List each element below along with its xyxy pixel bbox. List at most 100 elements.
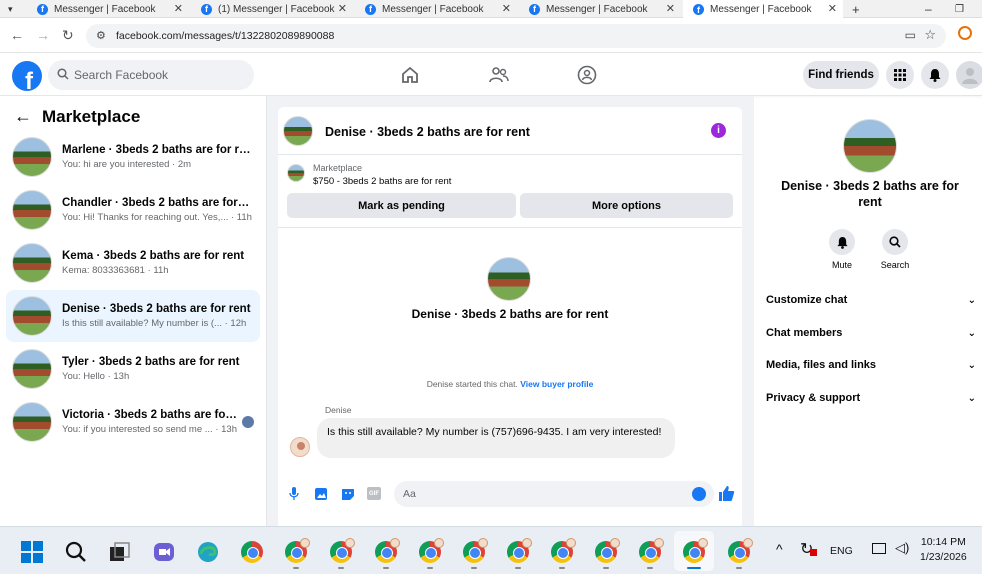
friends-icon[interactable]: [489, 66, 509, 84]
chrome-profile-icon[interactable]: [595, 538, 620, 569]
facebook-favicon-icon: f: [37, 3, 48, 15]
chrome-profile-icon[interactable]: [639, 538, 664, 569]
notifications-bell-icon[interactable]: [921, 61, 949, 89]
search-in-chat-button[interactable]: Search: [870, 229, 920, 270]
microphone-icon[interactable]: [289, 487, 299, 501]
search-input[interactable]: Search Facebook: [48, 60, 254, 90]
mute-button[interactable]: Mute: [817, 229, 867, 270]
browser-tab[interactable]: f Messenger | Facebook ✕: [27, 0, 189, 18]
conversation-item[interactable]: Victoria · 3beds 2 baths are for r... You…: [6, 396, 260, 448]
system-clock[interactable]: 10:14 PM 1/23/2026: [920, 535, 967, 565]
details-profile-image[interactable]: [843, 119, 897, 173]
language-indicator[interactable]: ENG: [830, 545, 853, 557]
thumbs-up-icon[interactable]: [718, 485, 735, 502]
chrome-profile-icon[interactable]: [728, 538, 753, 569]
chrome-profile-icon[interactable]: [551, 538, 576, 569]
chat-details-pane: Denise · 3beds 2 baths are for rent Mute…: [754, 107, 982, 526]
menu-grid-icon[interactable]: [886, 61, 914, 89]
chat-title[interactable]: Denise · 3beds 2 baths are for rent: [325, 125, 530, 139]
chat-members-section[interactable]: Chat members ⌄: [766, 321, 976, 345]
conversation-item[interactable]: Marlene · 3beds 2 baths are for rent You:…: [6, 131, 260, 183]
close-tab-icon[interactable]: ✕: [666, 2, 675, 15]
sync-icon[interactable]: ↻: [800, 539, 817, 559]
close-tab-icon[interactable]: ✕: [338, 2, 347, 15]
message-sender-name: Denise: [325, 405, 352, 415]
back-arrow-icon[interactable]: ←: [14, 106, 32, 127]
chrome-profile-icon-active[interactable]: [683, 538, 708, 569]
emoji-icon[interactable]: [692, 487, 706, 501]
browser-toolbar: ← → ↻ ⚙ facebook.com/messages/t/13228020…: [0, 19, 982, 53]
reload-icon[interactable]: ↻: [62, 27, 74, 44]
browser-tab-active[interactable]: f Messenger | Facebook ✕: [683, 0, 843, 19]
sticker-icon[interactable]: [341, 487, 355, 501]
conversation-item-selected[interactable]: Denise · 3beds 2 baths are for rent Is th…: [6, 290, 260, 342]
message-bubble[interactable]: Is this still available? My number is (7…: [317, 418, 675, 458]
monitor-icon[interactable]: [872, 543, 886, 554]
profile-badge-icon: [345, 538, 355, 548]
chrome-profile-icon[interactable]: [463, 538, 488, 569]
task-view-icon[interactable]: [109, 541, 131, 563]
volume-icon[interactable]: ◁): [895, 540, 909, 556]
photo-attach-icon[interactable]: [314, 487, 328, 501]
browser-tab[interactable]: f (1) Messenger | Facebook ✕: [191, 0, 353, 18]
chrome-profile-icon[interactable]: [375, 538, 400, 569]
chevron-up-icon[interactable]: ^: [776, 541, 783, 557]
close-tab-icon[interactable]: ✕: [828, 2, 837, 15]
windows-start-icon[interactable]: [21, 541, 43, 563]
facebook-logo[interactable]: f: [12, 61, 42, 91]
groups-icon[interactable]: [577, 65, 597, 85]
listing-thumbnail: [12, 243, 52, 283]
message-input[interactable]: Aa: [394, 481, 714, 507]
close-tab-icon[interactable]: ✕: [174, 2, 183, 15]
profile-icon[interactable]: [958, 26, 972, 40]
tab-list-button[interactable]: ▾: [0, 0, 25, 18]
restore-window-icon[interactable]: ❐: [945, 0, 967, 18]
conversation-item[interactable]: Kema · 3beds 2 baths are for rent Kema: 8…: [6, 237, 260, 289]
find-friends-button[interactable]: Find friends: [803, 61, 879, 89]
search-icon: [882, 229, 908, 255]
chrome-profile-icon[interactable]: [330, 538, 355, 569]
more-options-button[interactable]: More options: [520, 193, 733, 218]
chrome-profile-icon[interactable]: [507, 538, 532, 569]
chrome-icon[interactable]: [241, 541, 263, 563]
chrome-profile-icon[interactable]: [419, 538, 444, 569]
back-arrow-icon[interactable]: ←: [10, 27, 24, 43]
minimize-window-icon[interactable]: –: [915, 0, 935, 18]
marketplace-label: Marketplace: [313, 163, 363, 173]
close-tab-icon[interactable]: ✕: [502, 2, 511, 15]
profile-badge-icon: [610, 538, 620, 548]
search-icon[interactable]: [65, 541, 87, 563]
facebook-favicon-icon: f: [529, 3, 540, 15]
profile-badge-icon: [654, 538, 664, 548]
info-icon[interactable]: i: [711, 123, 726, 138]
details-name: Denise · 3beds 2 baths are for rent: [781, 179, 959, 209]
chrome-profile-icon[interactable]: [285, 538, 310, 569]
conversation-preview: Kema: 8033363681 · 11h: [62, 265, 169, 276]
listing-title[interactable]: $750 - 3beds 2 baths are for rent: [313, 176, 451, 187]
conversation-item[interactable]: Tyler · 3beds 2 baths are for rent You: H…: [6, 343, 260, 395]
bookmark-star-icon[interactable]: ☆: [924, 27, 936, 43]
meet-video-icon[interactable]: [153, 541, 175, 563]
privacy-support-section[interactable]: Privacy & support ⌄: [766, 386, 976, 410]
view-buyer-profile-link[interactable]: View buyer profile: [520, 379, 593, 389]
cast-icon[interactable]: ▭: [905, 28, 916, 42]
conversation-item[interactable]: Chandler · 3beds 2 baths are for re... Yo…: [6, 184, 260, 236]
media-files-links-section[interactable]: Media, files and links ⌄: [766, 353, 976, 377]
account-avatar[interactable]: [956, 61, 982, 89]
browser-tab[interactable]: f Messenger | Facebook ✕: [355, 0, 517, 18]
sender-avatar[interactable]: [290, 437, 310, 457]
gif-icon[interactable]: GIF: [367, 487, 381, 500]
bell-icon: [829, 229, 855, 255]
edge-browser-icon[interactable]: [197, 541, 219, 563]
browser-tab[interactable]: f Messenger | Facebook ✕: [519, 0, 681, 18]
browser-tab-strip: ▾ f Messenger | Facebook ✕ f (1) Messenger …: [0, 0, 982, 19]
address-bar[interactable]: ⚙ facebook.com/messages/t/13228020898900…: [86, 24, 946, 48]
site-info-icon[interactable]: ⚙: [96, 29, 106, 42]
home-icon[interactable]: [400, 66, 420, 84]
chat-avatar[interactable]: [283, 116, 313, 146]
customize-chat-section[interactable]: Customize chat ⌄: [766, 288, 976, 312]
new-tab-button[interactable]: +: [848, 0, 868, 18]
windows-taskbar: ^ ↻ ENG ◁) 10:14 PM 1/23/2026: [0, 526, 982, 574]
forward-arrow-icon[interactable]: →: [36, 27, 50, 43]
mark-as-pending-button[interactable]: Mark as pending: [287, 193, 516, 218]
